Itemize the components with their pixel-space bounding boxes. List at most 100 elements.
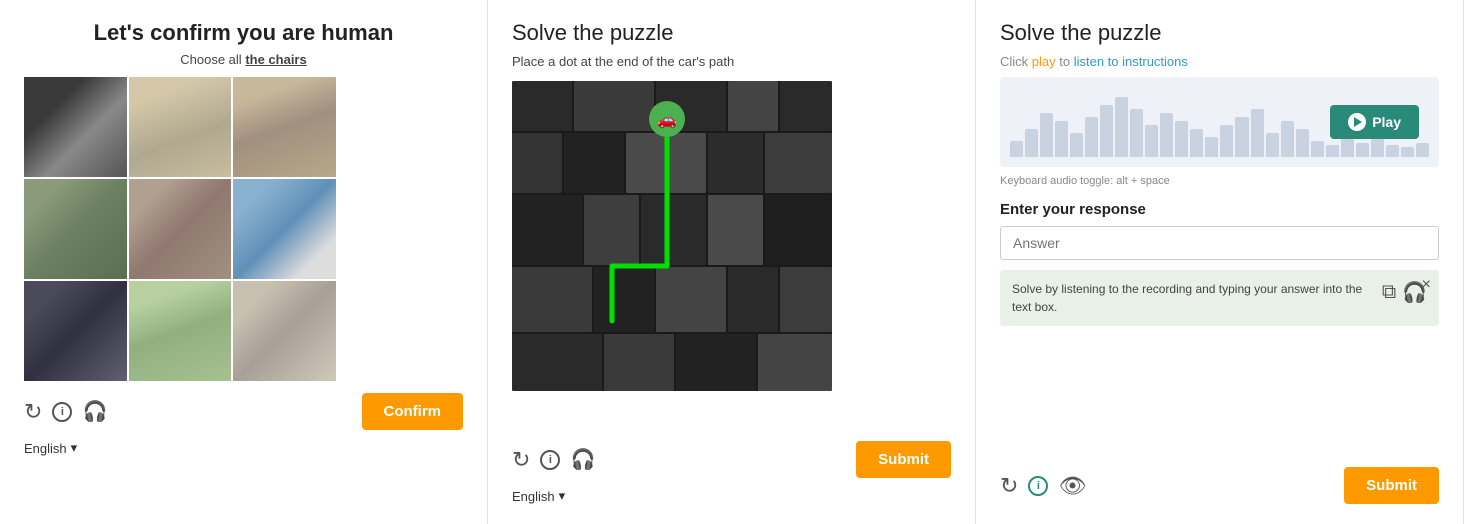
play-text-orange: play: [1032, 54, 1056, 69]
hint-text: Solve by listening to the recording and …: [1012, 280, 1372, 316]
hint-icons: ⧉ 🎧: [1382, 280, 1427, 305]
wave-bar: [1130, 109, 1143, 157]
image-grid: [24, 77, 336, 381]
panel3-submit-button[interactable]: Submit: [1344, 467, 1439, 504]
panel2-bottom: ↻ i 🎧 Submit: [512, 429, 951, 478]
wave-bar: [1266, 133, 1279, 157]
keyboard-hint: Keyboard audio toggle: alt + space: [1000, 175, 1439, 187]
refresh-icon: ↻: [24, 399, 42, 425]
subtitle-pre: Choose all: [180, 52, 245, 67]
puzzle-image[interactable]: 🚗: [512, 81, 832, 391]
wave-bar: [1296, 129, 1309, 157]
panel2-language-selector[interactable]: English ▾: [512, 488, 951, 504]
grid-cell-6[interactable]: [233, 179, 336, 279]
headphones-icon-2: 🎧: [570, 447, 595, 472]
svg-text:🚗: 🚗: [657, 112, 677, 129]
captcha-panel-1: Let's confirm you are human Choose all t…: [0, 0, 488, 524]
info-icon-3: i: [1028, 476, 1048, 496]
wave-bar: [1401, 147, 1414, 157]
wave-bar: [1025, 129, 1038, 157]
panel1-subtitle: Choose all the chairs: [24, 52, 463, 67]
grid-cell-8[interactable]: [129, 281, 232, 381]
info-icon: i: [540, 450, 560, 470]
play-label: Play: [1372, 114, 1401, 130]
grid-cell-7[interactable]: [24, 281, 127, 381]
panel2-title: Solve the puzzle: [512, 20, 951, 46]
eye-icon: 👁: [1058, 473, 1086, 499]
play-triangle-icon: [1354, 117, 1362, 127]
wave-bar: [1070, 133, 1083, 157]
click-play-text: Click play to listen to instructions: [1000, 54, 1439, 69]
refresh-icon-3: ↻: [1000, 473, 1018, 499]
headphones-icon: 🎧: [82, 399, 107, 424]
chevron-down-icon: ▾: [71, 440, 78, 456]
wave-bar: [1190, 129, 1203, 157]
panel2-chevron-icon: ▾: [559, 488, 566, 504]
audio-button[interactable]: 🎧: [82, 399, 107, 424]
to-listen-text: to: [1056, 54, 1074, 69]
wave-bar: [1326, 145, 1339, 157]
wave-bar: [1251, 109, 1264, 157]
wave-bar: [1160, 113, 1173, 157]
play-button[interactable]: Play: [1330, 105, 1419, 139]
close-hint-button[interactable]: ×: [1422, 276, 1431, 294]
info-circle-2: i: [540, 450, 560, 470]
info-button[interactable]: i: [52, 402, 72, 422]
panel2-info-button[interactable]: i: [540, 450, 560, 470]
panel2-icon-group: ↻ i 🎧: [512, 447, 595, 473]
wave-bar: [1416, 143, 1429, 157]
wave-bar: [1115, 97, 1128, 157]
panel2-refresh-button[interactable]: ↻: [512, 447, 530, 473]
captcha-panel-3: Solve the puzzle Click play to listen to…: [976, 0, 1464, 524]
language-label: English: [24, 441, 67, 456]
wave-bar: [1010, 141, 1023, 157]
confirm-button[interactable]: Confirm: [362, 393, 464, 430]
wave-bar: [1281, 121, 1294, 157]
refresh-button[interactable]: ↻: [24, 399, 42, 425]
panel2-submit-button[interactable]: Submit: [856, 441, 951, 478]
answer-input[interactable]: [1000, 226, 1439, 260]
panel1-icon-group: ↻ i 🎧: [24, 399, 107, 425]
panel3-eye-button[interactable]: 👁: [1058, 473, 1086, 499]
panel2-audio-button[interactable]: 🎧: [570, 447, 595, 472]
wave-bar: [1085, 117, 1098, 157]
grid-cell-4[interactable]: [24, 179, 127, 279]
grid-cell-5[interactable]: [129, 179, 232, 279]
wave-bar: [1386, 145, 1399, 157]
panel3-bottom: ↻ i 👁 Submit: [1000, 455, 1439, 504]
listen-text-blue: listen to instructions: [1074, 54, 1188, 69]
info-icon: i: [52, 402, 72, 422]
info-circle: i: [52, 402, 72, 422]
subtitle-highlight: the chairs: [245, 52, 306, 67]
hint-box: Solve by listening to the recording and …: [1000, 270, 1439, 326]
panel1-title: Let's confirm you are human: [24, 20, 463, 46]
response-label: Enter your response: [1000, 201, 1439, 218]
wave-bar: [1311, 141, 1324, 157]
info-circle-teal: i: [1028, 476, 1048, 496]
audio-waveform: Play: [1000, 77, 1439, 167]
language-selector[interactable]: English ▾: [24, 440, 463, 456]
wave-bar: [1205, 137, 1218, 157]
panel3-refresh-button[interactable]: ↻: [1000, 473, 1018, 499]
grid-cell-2[interactable]: [129, 77, 232, 177]
wave-bar: [1235, 117, 1248, 157]
refresh-icon: ↻: [512, 447, 530, 473]
wave-bar: [1356, 143, 1369, 157]
wave-bar: [1100, 105, 1113, 157]
panel2-subtitle: Place a dot at the end of the car's path: [512, 54, 951, 69]
grid-cell-9[interactable]: [233, 281, 336, 381]
panel2-language-label: English: [512, 489, 555, 504]
grid-cell-1[interactable]: [24, 77, 127, 177]
panel3-info-button[interactable]: i: [1028, 476, 1048, 496]
wave-bar: [1175, 121, 1188, 157]
click-text: Click: [1000, 54, 1032, 69]
play-circle-icon: [1348, 113, 1366, 131]
wave-bar: [1040, 113, 1053, 157]
wave-bar: [1055, 121, 1068, 157]
wave-bar: [1371, 139, 1384, 157]
sound-waves-icon: ⧉: [1382, 281, 1394, 304]
wave-bar: [1145, 125, 1158, 157]
wave-bar: [1220, 125, 1233, 157]
captcha-panel-2: Solve the puzzle Place a dot at the end …: [488, 0, 976, 524]
grid-cell-3[interactable]: [233, 77, 336, 177]
